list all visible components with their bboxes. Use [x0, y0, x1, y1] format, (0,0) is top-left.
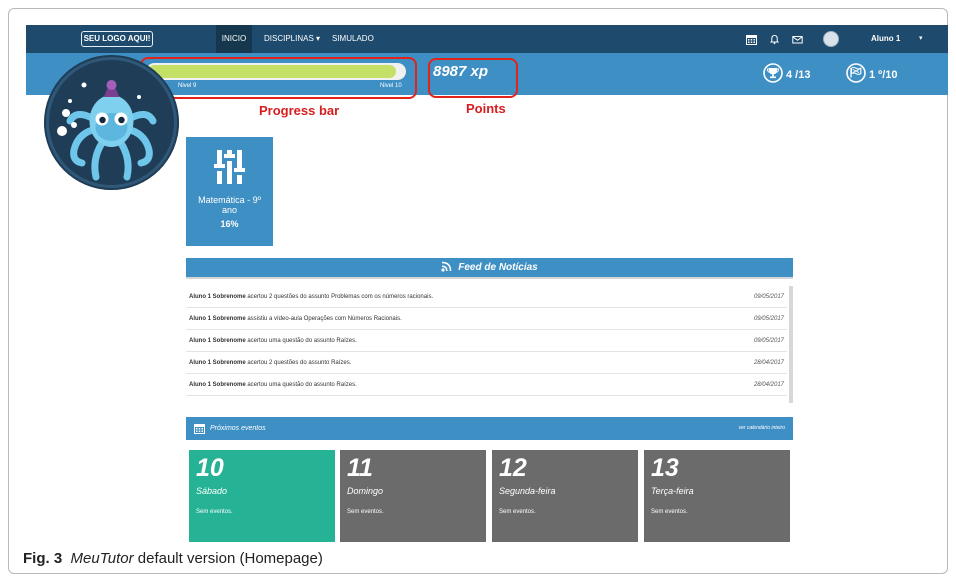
day-number: 10: [196, 454, 224, 482]
feed-item-action: acertou 2 questões do assunto Problemas …: [245, 293, 434, 300]
feed-item-user[interactable]: Aluno 1 Sobrenome: [189, 294, 246, 300]
day-name: Sábado: [196, 486, 228, 496]
caption-text: default version (Homepage): [133, 550, 323, 567]
day-name: Terça-feira: [651, 486, 694, 496]
rank-stat[interactable]: 1 º/10: [846, 63, 897, 86]
calendar-icon[interactable]: [746, 34, 757, 45]
nav-inicio[interactable]: INICIO: [216, 25, 252, 53]
progress-bar-annotation-label: Progress bar: [259, 103, 340, 118]
day-card[interactable]: 11 Domingo Sem eventos.: [340, 450, 486, 542]
feed-item-date: 09/05/2017: [753, 315, 784, 322]
feed-item-action: assistiu a vídeo-aula Operações com Núme…: [245, 315, 402, 322]
feed-item-user[interactable]: Aluno 1 Sobrenome: [189, 360, 246, 366]
bell-icon[interactable]: [769, 34, 780, 45]
day-card[interactable]: 12 Segunda-feira Sem eventos.: [492, 450, 638, 542]
figure-caption: Fig. 3 MeuTutor default version (Homepag…: [23, 550, 323, 567]
events-title: Próximos eventos: [210, 425, 266, 432]
nav-disciplinas[interactable]: DISCIPLINAS ▾: [264, 25, 320, 53]
feed-item-user[interactable]: Aluno 1 Sobrenome: [189, 382, 246, 388]
feed-item-text: Aluno 1 Sobrenome acertou uma questão do…: [189, 338, 357, 344]
events-header: Próximos eventos ver calendário inteiro: [186, 417, 793, 440]
points-annotation-label: Points: [466, 101, 506, 116]
nav-icon-group: [746, 25, 803, 53]
subject-card[interactable]: Matemática - 9º ano 16%: [186, 137, 273, 246]
day-status: Sem eventos.: [499, 509, 536, 515]
progress-bar-annotation-box: [140, 57, 417, 99]
trophy-stat[interactable]: 4 /13: [763, 63, 810, 86]
day-status: Sem eventos.: [196, 509, 233, 515]
chevron-down-icon[interactable]: ▾: [919, 25, 923, 53]
figure-number: Fig. 3: [23, 550, 63, 567]
feed-header: Feed de Notícias: [186, 258, 793, 279]
feed-item-text: Aluno 1 Sobrenome acertou 2 questões do …: [189, 294, 433, 300]
player-avatar: [44, 55, 179, 190]
trophy-count: 4 /13: [786, 68, 811, 81]
day-number: 12: [499, 454, 527, 482]
feed-list: Aluno 1 Sobrenome acertou 2 questões do …: [186, 286, 787, 396]
sliders-icon: [214, 150, 245, 189]
logo-button[interactable]: SEU LOGO AQUI!: [81, 31, 153, 47]
rss-icon: [441, 261, 452, 275]
user-avatar[interactable]: [823, 31, 839, 47]
feed-item-action: acertou uma questão do assunto Raízes.: [245, 337, 357, 344]
feed-title: Feed de Notícias: [458, 262, 538, 273]
feed-item-date: 28/04/2017: [753, 359, 784, 366]
feed-item-user[interactable]: Aluno 1 Sobrenome: [189, 338, 246, 344]
nav-simulado[interactable]: SIMULADO: [332, 25, 374, 53]
day-status: Sem eventos.: [347, 509, 384, 515]
feed-item-text: Aluno 1 Sobrenome acertou uma questão do…: [189, 382, 357, 388]
app-name: MeuTutor: [70, 550, 134, 567]
feed-item-date: 28/04/2017: [753, 381, 784, 388]
full-calendar-link[interactable]: ver calendário inteiro: [739, 417, 785, 440]
feed-item: Aluno 1 Sobrenome acertou uma questão do…: [186, 374, 787, 396]
feed-item-date: 09/05/2017: [753, 337, 784, 344]
top-navbar: SEU LOGO AQUI! INICIO DISCIPLINAS ▾ SIMU…: [26, 25, 948, 53]
feed-item: Aluno 1 Sobrenome acertou uma questão do…: [186, 330, 787, 352]
octopus-avatar-icon: [44, 55, 179, 190]
feed-item-action: acertou uma questão do assunto Raízes.: [245, 381, 357, 388]
day-status: Sem eventos.: [651, 509, 688, 515]
feed-item: Aluno 1 Sobrenome assistiu a vídeo-aula …: [186, 308, 787, 330]
points-annotation-box: [428, 58, 518, 98]
day-name: Domingo: [347, 486, 384, 496]
trophy-icon: [763, 63, 783, 86]
feed-item-action: acertou 2 questões do assunto Raízes.: [245, 359, 352, 366]
feed-item-text: Aluno 1 Sobrenome assistiu a vídeo-aula …: [189, 316, 402, 322]
calendar-icon: [194, 423, 205, 436]
day-number: 11: [347, 454, 373, 482]
subject-progress: 16%: [220, 219, 239, 229]
day-card[interactable]: 13 Terça-feira Sem eventos.: [644, 450, 790, 542]
subject-name: Matemática - 9º ano: [198, 195, 261, 215]
feed-item: Aluno 1 Sobrenome acertou 2 questões do …: [186, 286, 787, 308]
feed-item-text: Aluno 1 Sobrenome acertou 2 questões do …: [189, 360, 351, 366]
feed-item-date: 09/05/2017: [753, 293, 784, 300]
user-name[interactable]: Aluno 1: [871, 25, 900, 53]
feed-item: Aluno 1 Sobrenome acertou 2 questões do …: [186, 352, 787, 374]
feed-item-user[interactable]: Aluno 1 Sobrenome: [189, 316, 246, 322]
day-card[interactable]: 10 Sábado Sem eventos.: [189, 450, 335, 542]
mail-icon[interactable]: [792, 34, 803, 45]
flag-icon: [846, 63, 866, 86]
day-number: 13: [651, 454, 679, 482]
day-name: Segunda-feira: [499, 486, 556, 496]
rank-value: 1 º/10: [869, 68, 898, 81]
feed-scrollbar[interactable]: [789, 286, 793, 403]
